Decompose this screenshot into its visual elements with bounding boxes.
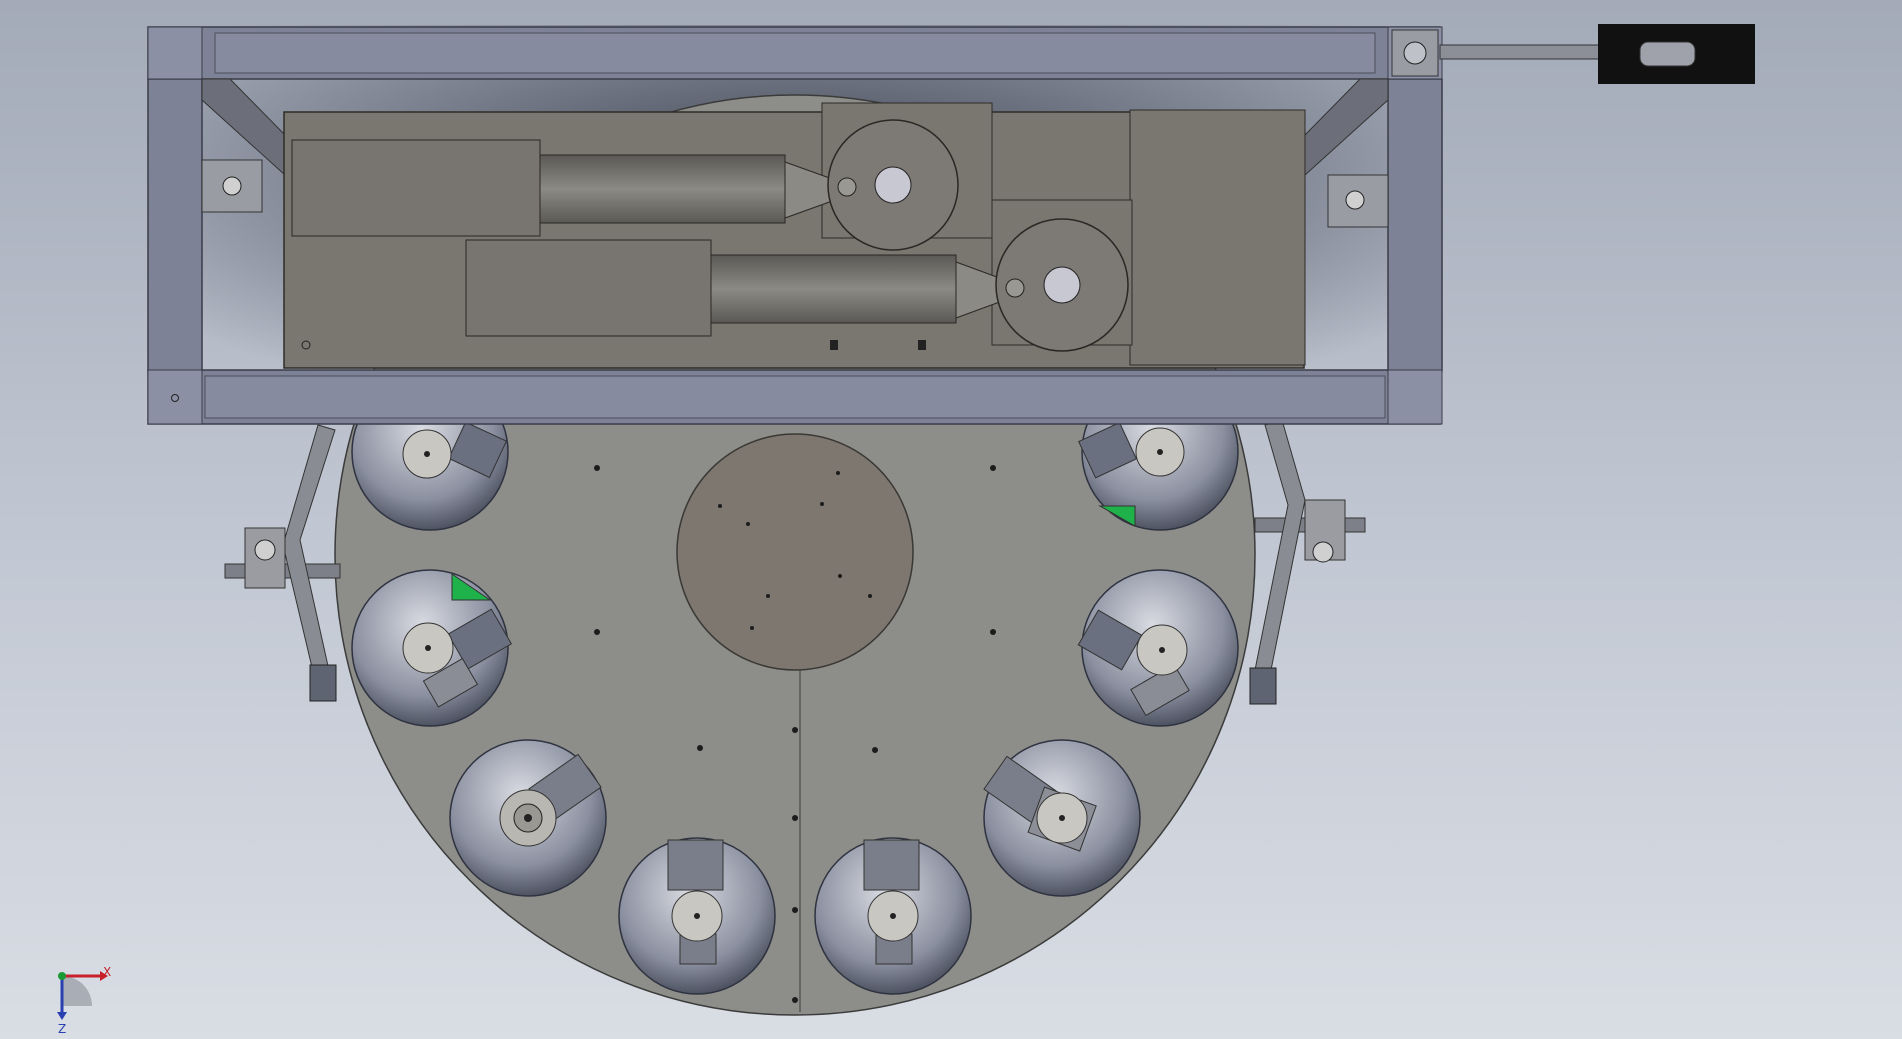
frame-bottom-rail-inner	[204, 375, 1386, 419]
pocket-3-center	[524, 814, 532, 822]
pocket-6[interactable]	[983, 739, 1141, 897]
left-arm-link	[282, 424, 336, 681]
pocket-4[interactable]	[618, 837, 776, 995]
actuator-2-pin	[1005, 278, 1025, 298]
actuator-1-tube	[539, 154, 786, 224]
frame-top-rail-inner	[214, 32, 1376, 74]
actuator-1-pin	[837, 177, 857, 197]
pocket-5-center	[890, 913, 896, 919]
right-arm-link	[1254, 419, 1306, 676]
pocket-1-center	[424, 451, 430, 457]
pocket-4-center	[694, 913, 700, 919]
triad-backdrop	[62, 976, 92, 1006]
actuator-2-tube	[710, 254, 957, 324]
drive-right-housing	[1129, 109, 1306, 366]
actuator-2-hub	[1043, 266, 1081, 304]
left-swing-arm[interactable]	[224, 424, 341, 702]
frame-right-post	[1387, 78, 1443, 372]
frame-corner-tl	[147, 26, 203, 80]
right-swing-arm[interactable]	[1249, 419, 1366, 705]
pocket-8-center	[1157, 449, 1163, 455]
left-roller	[309, 664, 337, 702]
frame-corner-bl	[147, 369, 203, 425]
push-rod-assembly[interactable]	[1391, 24, 1755, 84]
actuator-1-hub	[874, 166, 912, 204]
frame-corner-br	[1387, 369, 1443, 425]
left-mount-pin	[222, 176, 242, 196]
pocket-4-clamp	[667, 839, 724, 891]
actuator-1-motor	[291, 139, 541, 237]
pocket-5-clamp	[863, 839, 920, 891]
coordinate-triad: X Z	[57, 965, 111, 1036]
frame-left-post	[147, 78, 203, 372]
pocket-7-center	[1159, 647, 1165, 653]
center-hub	[676, 433, 914, 671]
left-clevis-pin	[254, 539, 276, 561]
pocket-3[interactable]	[449, 739, 607, 897]
triad-y-axis	[58, 972, 66, 980]
cad-viewport[interactable]: X Z	[0, 0, 1902, 1039]
right-mount-pin	[1345, 190, 1365, 210]
right-roller	[1249, 667, 1277, 705]
actuator-2-motor	[465, 239, 712, 337]
rod-mount-hole	[1403, 41, 1427, 65]
pocket-2-center	[425, 645, 431, 651]
triad-x-label: X	[103, 965, 111, 979]
drive-assembly[interactable]	[283, 102, 1306, 369]
triad-z-arrow	[57, 1012, 67, 1020]
rod-end-clevis	[1639, 41, 1696, 67]
pocket-5[interactable]	[814, 837, 972, 995]
right-clevis-pin	[1312, 541, 1334, 563]
pocket-6-center	[1059, 815, 1065, 821]
triad-z-label: Z	[58, 1022, 66, 1036]
